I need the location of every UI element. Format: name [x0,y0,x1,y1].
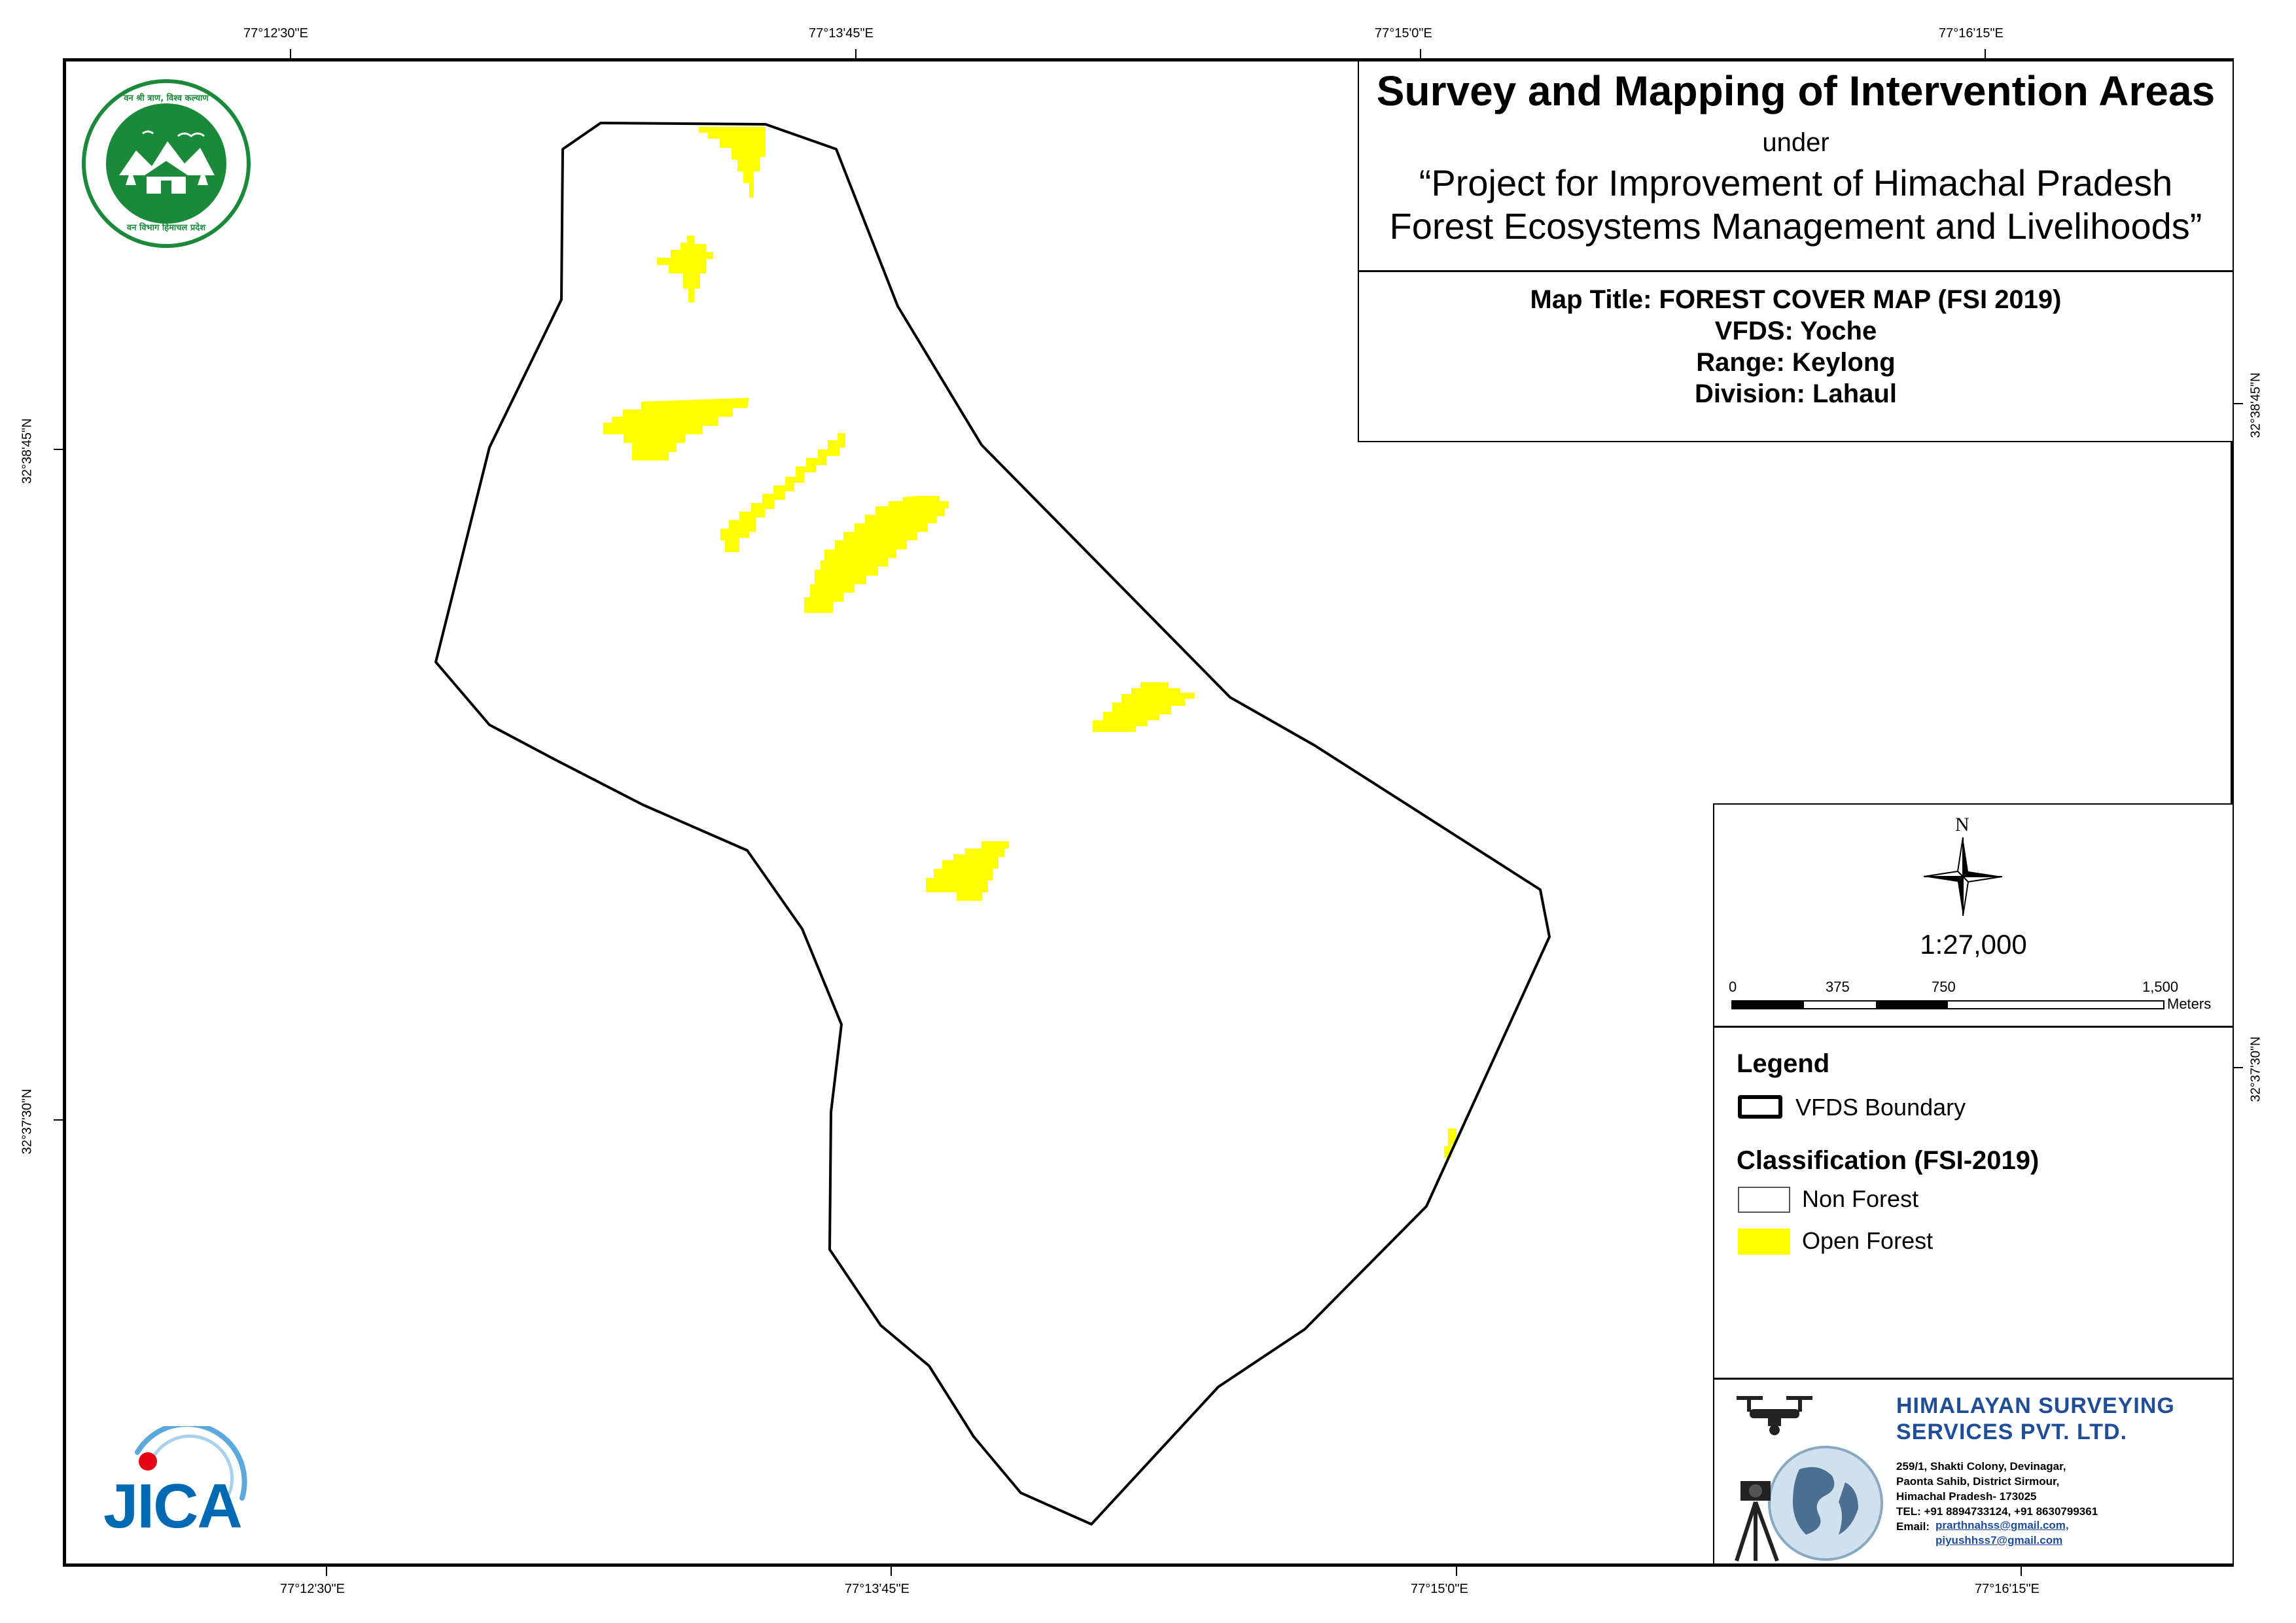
email-link-1[interactable]: prarthnahss@gmail.com, [1935,1519,2069,1532]
tick [54,1119,63,1121]
tick [1420,49,1421,58]
email-label: Email: [1896,1520,1930,1533]
graticule-top-4: 77°16'15"E [1939,26,2004,41]
graticule-bottom-2: 77°13'45"E [845,1582,910,1596]
project-title-line-2: Forest Ecosystems Management and Livelih… [1389,205,2202,247]
open-forest-patches [603,127,1457,1158]
address-line-3: Himachal Pradesh- 173025 [1896,1490,2037,1503]
email-link-2[interactable]: piyushhss7@gmail.com [1935,1534,2062,1547]
company-divider [1714,1378,2233,1380]
non-forest-label: Non Forest [1802,1185,1919,1212]
open-forest-patch [926,841,1009,901]
map-title: Map Title: FOREST COVER MAP (FSI 2019) [1530,285,2062,314]
tick [2021,1567,2022,1576]
graticule-bottom-4: 77°16'15"E [1975,1582,2040,1596]
jica-wordmark: JICA [103,1471,243,1541]
north-arrow-icon [1923,837,2003,916]
legend-heading: Legend [1737,1049,1830,1078]
vfds-boundary-swatch [1738,1095,1782,1119]
address-line-4: TEL: +91 8894733124, +91 8630799361 [1896,1505,2098,1518]
forest-dept-name: वन विभाग हिमाचल प्रदेश [126,223,206,233]
graticule-right-2: 32°37'30"N [2248,1036,2263,1102]
company-name-line-1: HIMALAYAN SURVEYING [1896,1393,2175,1418]
open-forest-patch [699,127,766,198]
graticule-bottom-1: 77°12'30"E [280,1582,345,1596]
tick [2234,403,2243,404]
scale-tick-375: 375 [1826,979,1850,995]
graticule-top-3: 77°15'0"E [1375,26,1432,41]
open-forest-patch [1093,682,1195,732]
address-line-2: Paonta Sahib, District Sirmour, [1896,1475,2060,1488]
company-address: 259/1, Shakti Colony, Devinagar, Paonta … [1896,1459,2098,1519]
tick [855,49,857,58]
graticule-top-1: 77°12'30"E [243,26,308,41]
project-title: “Project for Improvement of Himachal Pra… [1359,162,2233,248]
legend-divider [1714,1026,2233,1028]
legend-panel: N 1:27,000 0 375 750 1,500 Meters Legend… [1713,803,2233,1563]
scale-tick-1500: 1,500 [2142,979,2179,995]
tick [2234,1067,2243,1068]
tick [1985,49,1986,58]
open-forest-swatch [1738,1229,1790,1255]
open-forest-patch [657,236,713,302]
tick [54,449,63,450]
open-forest-patch [804,496,949,613]
globe-surveyor-icon [1735,1446,1883,1562]
north-label: N [1955,814,1969,835]
open-forest-label: Open Forest [1802,1227,1934,1254]
subtitle-under: under [1762,128,1829,157]
tick [290,49,291,58]
range-name: Range: Keylong [1696,348,1896,377]
open-forest-patch [603,398,749,461]
graticule-top-2: 77°13'45"E [809,26,874,41]
scale-bar [1731,1000,2164,1009]
forest-dept-motto: वन श्री त्राण, विश्व कल्याण [124,94,209,103]
address-line-1: 259/1, Shakti Colony, Devinagar, [1896,1460,2066,1473]
scale-unit: Meters [2167,996,2212,1012]
scale-tick-0: 0 [1729,979,1737,995]
classification-heading: Classification (FSI-2019) [1737,1146,2040,1175]
graticule-left-2: 32°37'30"N [20,1089,35,1155]
drone-icon [1737,1396,1812,1435]
tick [1456,1567,1457,1576]
project-title-line-1: “Project for Improvement of Himachal Pra… [1419,162,2173,203]
title-block: Survey and Mapping of Intervention Areas… [1358,61,2233,442]
tick [891,1567,892,1576]
division-name: Division: Lahaul [1695,379,1897,408]
graticule-bottom-3: 77°15'0"E [1411,1582,1468,1596]
scale-ratio: 1:27,000 [1920,929,2027,960]
graticule-left-1: 32°38'45"N [20,418,35,484]
non-forest-swatch [1738,1187,1790,1213]
scale-tick-750: 750 [1932,979,1956,995]
main-title: Survey and Mapping of Intervention Areas [1376,67,2216,114]
graticule-right-1: 32°38'45"N [2248,372,2263,438]
vfds-boundary-label: VFDS Boundary [1795,1094,1966,1121]
tick [326,1567,327,1576]
company-name-line-2: SERVICES PVT. LTD. [1896,1420,2128,1444]
vfds-name: VFDS: Yoche [1714,317,1877,345]
title-divider [1359,270,2233,272]
open-forest-patch [720,433,845,552]
